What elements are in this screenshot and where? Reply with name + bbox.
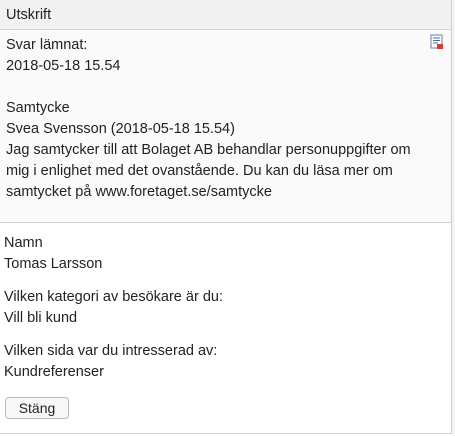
field-value: Vill bli kund	[4, 310, 78, 326]
close-button[interactable]: Stäng	[5, 397, 69, 419]
field-label: Vilken kategori av besökare är du:	[4, 289, 223, 305]
submitted-label: Svar lämnat:	[6, 37, 88, 53]
consent-by: Svea Svensson (2018-05-18 15.54)	[6, 121, 235, 137]
print-dialog: Utskrift Svar lämnat: 2018-05-18 15.54 S…	[0, 0, 452, 434]
dialog-title-bar: Utskrift	[0, 0, 451, 30]
submitted-value: 2018-05-18 15.54	[6, 58, 121, 74]
consent-text: Jag samtycker till att Bolaget AB behand…	[6, 142, 411, 200]
dialog-title: Utskrift	[6, 7, 52, 23]
field-visitor-category: Vilken kategori av besökare är du: Vill …	[4, 287, 434, 329]
field-page-interest: Vilken sida var du intresserad av: Kundr…	[4, 341, 434, 383]
field-label: Vilken sida var du intresserad av:	[4, 343, 218, 359]
answer-list: Namn Tomas Larsson Vilken kategori av be…	[4, 233, 434, 395]
response-summary: Svar lämnat: 2018-05-18 15.54 Samtycke S…	[0, 30, 451, 223]
field-value: Tomas Larsson	[4, 256, 103, 272]
pdf-print-icon[interactable]	[430, 34, 444, 50]
field-name: Namn Tomas Larsson	[4, 233, 434, 275]
field-value: Kundreferenser	[4, 364, 104, 380]
field-label: Namn	[4, 235, 43, 251]
consent-heading: Samtycke	[6, 100, 70, 116]
